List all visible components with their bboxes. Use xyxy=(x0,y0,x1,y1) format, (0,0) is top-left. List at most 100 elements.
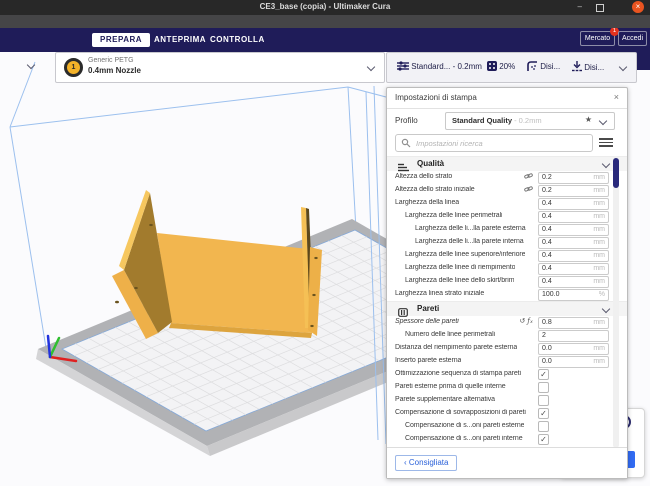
setting-label: Compensazione di s...oni pareti interne xyxy=(405,435,523,442)
stage-navbar: PREPARA ANTEPRIMA CONTROLLA Mercato 1 Ac… xyxy=(0,28,650,52)
settings-scrollbar[interactable] xyxy=(613,156,619,448)
setting-label: Larghezza della linea xyxy=(395,199,459,206)
summary-profile-item: Standard... - 0.2mm xyxy=(397,61,482,71)
print-settings-summary[interactable]: Standard... - 0.2mm 20% Disi... Disi... xyxy=(386,52,637,83)
panel-footer: ‹ Consigliata xyxy=(387,447,627,478)
setting-row: Compensazione di s...oni pareti esterne xyxy=(387,420,627,433)
setting-label: Altezza dello strato xyxy=(395,173,452,180)
chevron-down-icon xyxy=(619,63,627,71)
summary-infill-item: 20% xyxy=(487,61,515,71)
panel-close-icon[interactable]: × xyxy=(614,92,619,102)
setting-value-field[interactable]: 0.4mm xyxy=(538,263,609,275)
setting-value-field[interactable]: 0.4mm xyxy=(538,211,609,223)
setting-label: Ottimizzazione sequenza di stampa pareti xyxy=(395,370,521,377)
settings-list: QualitàAltezza dello strato0.2mmAltezza … xyxy=(387,156,627,448)
star-icon[interactable]: ★ xyxy=(585,115,592,124)
setting-row: Larghezza della linea 0.4mm xyxy=(387,197,627,210)
setting-value-field[interactable]: 2 xyxy=(538,330,609,342)
setting-row: Larghezza delle linee di riempimento0.4m… xyxy=(387,262,627,275)
setting-label: Compensazione di s...oni pareti esterne xyxy=(405,422,524,429)
setting-value-field[interactable]: 100.0% xyxy=(538,289,609,301)
setting-value-field[interactable]: 0.4mm xyxy=(538,250,609,262)
setting-row: Distanza del riempimento parete esterna 0… xyxy=(387,342,627,355)
summary-support-item: Disi... xyxy=(527,61,560,71)
setting-row: Spessore delle pareti↺ ƒₓ0.8mm xyxy=(387,316,627,329)
setting-label: Larghezza delle linee superiore/inferior… xyxy=(405,251,525,258)
setting-label: Compensazione di sovrapposizioni di pare… xyxy=(395,409,526,416)
section-header[interactable]: Qualità xyxy=(387,156,627,171)
function-icon[interactable]: ƒₓ xyxy=(527,317,533,325)
material-name: Generic PETG xyxy=(88,57,134,64)
setting-value-field[interactable]: 0.4mm xyxy=(538,198,609,210)
setting-checkbox[interactable]: ✓ xyxy=(538,408,549,419)
setting-row: Larghezza linea strato iniziale 100.0% xyxy=(387,288,627,301)
setting-checkbox[interactable] xyxy=(538,395,549,406)
setting-row: Altezza dello strato iniziale 0.2mm xyxy=(387,184,627,197)
setting-checkbox[interactable] xyxy=(538,382,549,393)
recommended-mode-button[interactable]: ‹ Consigliata xyxy=(395,455,457,471)
settings-search-input[interactable]: Impostazioni ricerca xyxy=(395,134,593,152)
extruder-badge: 1 xyxy=(64,58,83,77)
setting-label: Inserto parete esterna xyxy=(395,357,461,364)
setting-checkbox[interactable] xyxy=(538,421,549,432)
setting-label: Pareti esterne prima di quelle interne xyxy=(395,383,506,390)
section-header[interactable]: Pareti xyxy=(387,301,627,316)
chevron-down-icon xyxy=(602,305,610,313)
link-icon xyxy=(524,172,533,180)
setting-value-field[interactable]: 0.4mm xyxy=(538,276,609,288)
setting-row: Larghezza delle linee dello skirt/brim0.… xyxy=(387,275,627,288)
setting-row: Altezza dello strato 0.2mm xyxy=(387,171,627,184)
setting-checkbox[interactable]: ✓ xyxy=(538,434,549,445)
chevron-down-icon xyxy=(599,117,607,125)
setting-row: Larghezza delle li...lla parete interna 0… xyxy=(387,236,627,249)
settings-menu-icon[interactable] xyxy=(599,138,613,148)
signin-button[interactable]: Accedi xyxy=(618,31,647,46)
setting-value-field[interactable]: 0.4mm xyxy=(538,224,609,236)
material-selector[interactable]: 1 Generic PETG 0.4mm Nozzle xyxy=(55,52,385,83)
setting-value-field[interactable]: 0.2mm xyxy=(538,185,609,197)
profile-dropdown[interactable]: Standard Quality - 0.2mm ★ xyxy=(445,112,615,130)
setting-label: Altezza dello strato iniziale xyxy=(395,186,475,193)
setting-value-field[interactable]: 0.0mm xyxy=(538,343,609,355)
model-base xyxy=(157,233,318,333)
setting-label: Larghezza linea strato iniziale xyxy=(395,290,484,297)
tab-prepara[interactable]: PREPARA xyxy=(92,33,150,47)
setting-row: Pareti esterne prima di quelle interne xyxy=(387,381,627,394)
close-button[interactable]: × xyxy=(632,1,644,13)
cura-window: CE3_base (copia) - Ultimaker Cura – × PR… xyxy=(0,0,650,486)
titlebar[interactable]: CE3_base (copia) - Ultimaker Cura – × xyxy=(0,0,650,15)
search-icon xyxy=(401,138,411,148)
setting-value-field[interactable]: 0.4mm xyxy=(538,237,609,249)
setting-row: Larghezza delle linee superiore/inferior… xyxy=(387,249,627,262)
setting-label: Numero delle linee perimetrali xyxy=(405,331,495,338)
chevron-down-icon xyxy=(602,160,610,168)
setting-row: Larghezza delle li...lla parete esterna 0… xyxy=(387,223,627,236)
maximize-button[interactable] xyxy=(596,4,604,12)
chevron-down-icon xyxy=(367,63,375,71)
setting-label: Larghezza delle li...lla parete interna xyxy=(415,238,524,245)
infill-icon xyxy=(487,61,497,71)
setting-checkbox[interactable]: ✓ xyxy=(538,369,549,380)
profile-value: Standard Quality xyxy=(452,116,512,125)
setting-value-field[interactable]: 0.2mm xyxy=(538,172,609,184)
setting-row: Compensazione di sovrapposizioni di pare… xyxy=(387,407,627,420)
setting-row: Numero delle linee perimetrali 2 xyxy=(387,329,627,342)
setting-row: Compensazione di s...oni pareti interne ✓ xyxy=(387,433,627,446)
minimize-button[interactable]: – xyxy=(578,2,582,12)
setting-label: Spessore delle pareti xyxy=(395,318,459,325)
panel-header: Impostazioni di stampa × xyxy=(387,88,627,109)
setting-label: Larghezza delle li...lla parete esterna xyxy=(415,225,526,232)
setting-value-field[interactable]: 0.0mm xyxy=(538,356,609,368)
nozzle-name: 0.4mm Nozzle xyxy=(88,66,141,75)
scrollbar-thumb[interactable] xyxy=(613,158,619,188)
setting-label: Distanza del riempimento parete esterna xyxy=(395,344,517,351)
setting-row: Ottimizzazione sequenza di stampa pareti… xyxy=(387,368,627,381)
marketplace-button[interactable]: Mercato 1 xyxy=(580,31,615,46)
tab-controlla[interactable]: CONTROLLA xyxy=(202,33,273,47)
sliders-icon xyxy=(397,61,409,71)
setting-row: Inserto parete esterna 0.0mm xyxy=(387,355,627,368)
support-icon xyxy=(527,61,538,71)
setting-row: Larghezza delle linee perimetrali0.4mm xyxy=(387,210,627,223)
profile-label: Profilo xyxy=(395,116,418,125)
setting-value-field[interactable]: 0.8mm xyxy=(538,317,609,329)
